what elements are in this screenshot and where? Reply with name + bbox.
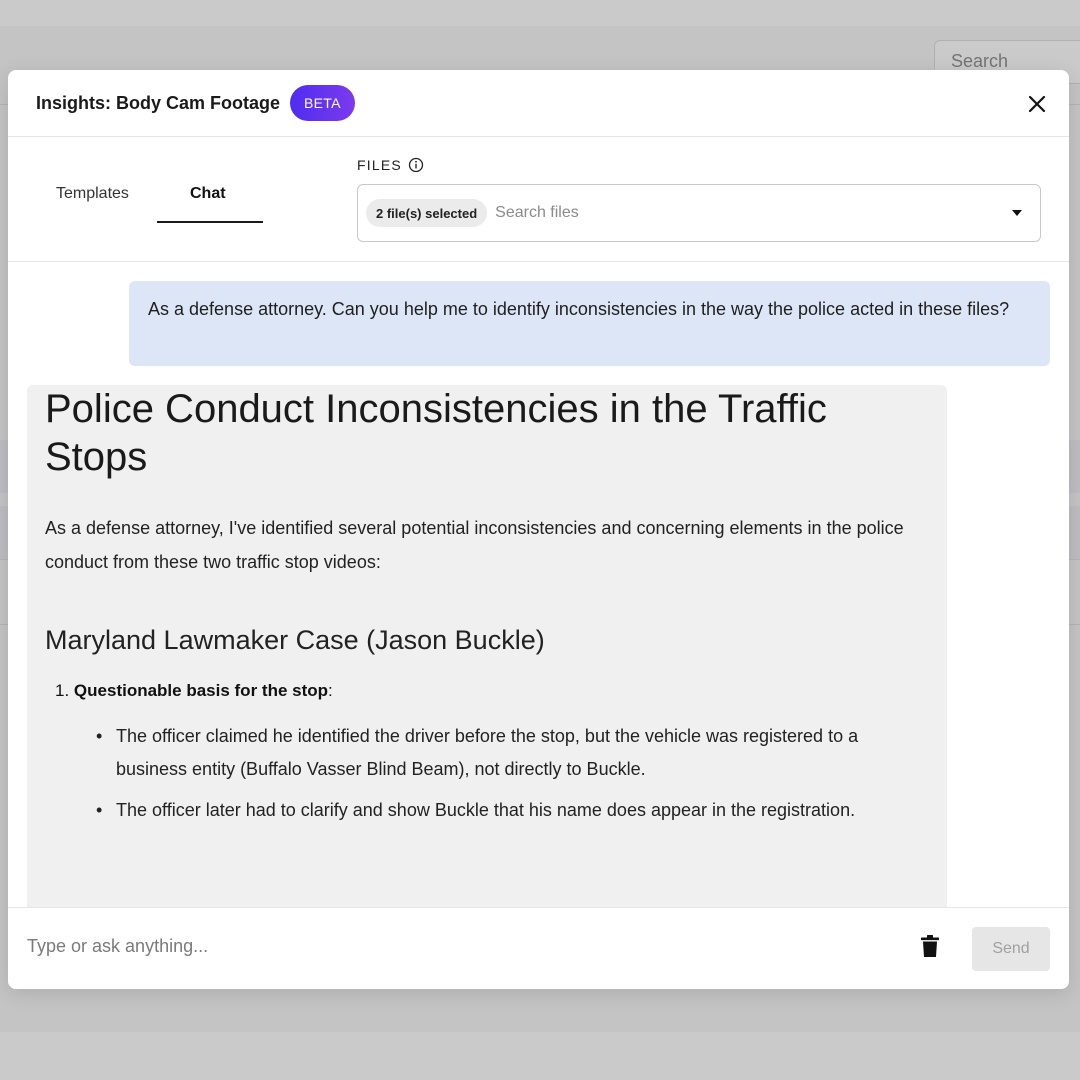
list-item-title: Questionable basis for the stop: [73, 681, 329, 700]
chat-input[interactable]: [27, 932, 887, 960]
user-message: As a defense attorney. Can you help me t…: [129, 281, 1050, 366]
close-icon: [1028, 95, 1046, 113]
modal-title: Insights: Body Cam Footage: [36, 92, 281, 113]
beta-badge: BETA: [290, 85, 355, 121]
files-label-text: FILES: [357, 157, 402, 173]
send-button[interactable]: Send: [972, 927, 1050, 971]
clear-chat-button[interactable]: [920, 934, 940, 958]
list-item: 1. Questionable basis for the stop:: [55, 678, 929, 704]
modal-toolbar: Templates Chat FILES 2 file(s) selected …: [8, 137, 1069, 262]
modal-header: Insights: Body Cam Footage BETA: [8, 70, 1069, 137]
selected-files-chip[interactable]: 2 file(s) selected: [366, 199, 488, 227]
active-tab-indicator: [157, 221, 263, 223]
chat-input-bar: Send: [8, 907, 1069, 989]
bullet-list: The officer claimed he identified the dr…: [55, 720, 929, 827]
info-icon[interactable]: [408, 157, 424, 173]
files-selector[interactable]: 2 file(s) selected Search files: [357, 184, 1041, 242]
tab-templates[interactable]: Templates: [56, 185, 129, 203]
bullet-item: The officer claimed he identified the dr…: [96, 720, 929, 786]
list-item-colon: :: [328, 681, 333, 700]
tab-chat[interactable]: Chat: [190, 185, 226, 203]
chat-messages[interactable]: As a defense attorney. Can you help me t…: [8, 262, 1069, 907]
files-label: FILES: [357, 157, 424, 173]
trash-icon: [921, 935, 939, 957]
bullet-item: The officer later had to clarify and sho…: [96, 794, 929, 827]
list-item-number: 1.: [55, 681, 70, 700]
response-intro: As a defense attorney, I've identified s…: [45, 518, 904, 572]
insights-modal: Insights: Body Cam Footage BETA Template…: [8, 70, 1069, 989]
response-section-title: Maryland Lawmaker Case (Jason Buckle): [45, 625, 545, 655]
chevron-down-icon[interactable]: [1012, 210, 1022, 216]
files-search-input[interactable]: Search files: [495, 204, 1012, 222]
assistant-message: Police Conduct Inconsistencies in the Tr…: [27, 385, 947, 907]
response-heading: Police Conduct Inconsistencies in the Tr…: [45, 387, 827, 479]
close-button[interactable]: [1025, 92, 1049, 116]
numbered-list: 1. Questionable basis for the stop: The …: [45, 678, 929, 827]
